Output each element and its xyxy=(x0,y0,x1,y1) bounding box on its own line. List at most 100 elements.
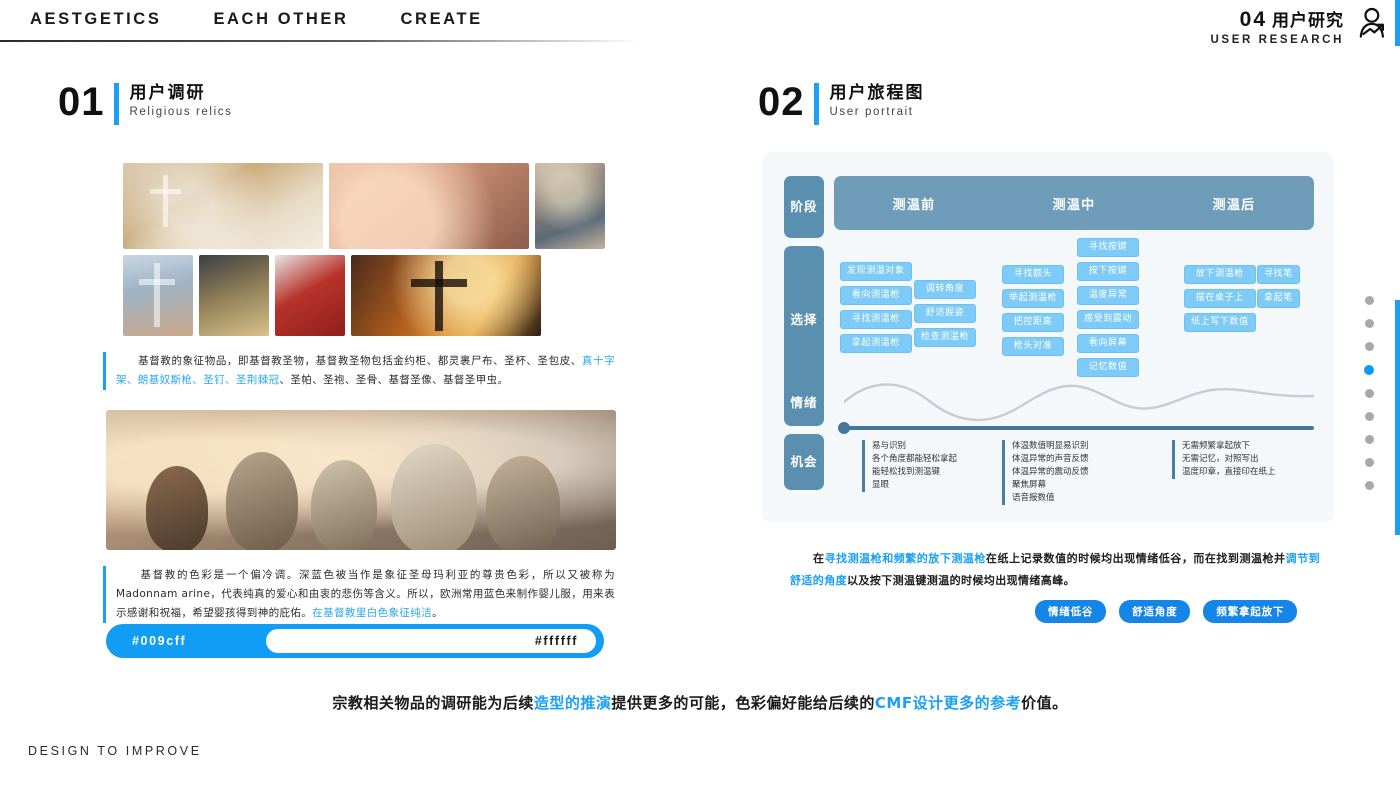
page-dot-2[interactable] xyxy=(1364,319,1374,328)
tag-item[interactable]: 感受到震动 xyxy=(1077,310,1140,329)
summary-highlight-2: CMF设计更多的参考 xyxy=(874,694,1022,712)
journey-row-label-chance-text: 机会 xyxy=(790,454,818,469)
tag-item[interactable]: 寻找按键 xyxy=(1077,238,1140,257)
page-dot-7[interactable] xyxy=(1364,435,1374,444)
section-02-title-en: User portrait xyxy=(829,106,914,118)
religious-relics-image-grid xyxy=(123,163,605,336)
journey-row-label-emotion-text: 情绪 xyxy=(790,395,818,410)
page-dot-4-active[interactable] xyxy=(1364,365,1374,375)
chapter-label: 04 用户研究 USER RESEARCH xyxy=(1211,6,1344,46)
page-dot-9[interactable] xyxy=(1364,481,1374,490)
relic-image-saint-portrait xyxy=(535,163,605,249)
tag-item[interactable]: 温度异常 xyxy=(1077,286,1140,305)
paragraph1-part2: 、圣帕、圣袍、圣骨、基督圣像、基督圣甲虫。 xyxy=(279,374,509,386)
section-02-title-cn: 用户旅程图 xyxy=(829,83,925,102)
tag-item[interactable]: 寻找额头 xyxy=(1002,265,1065,284)
pill-emotion-low[interactable]: 情绪低谷 xyxy=(1035,600,1107,623)
tag-group-1: 发现测温对象 看向测温枪 寻找测温枪 拿起测温枪 xyxy=(840,262,912,353)
page-dot-8[interactable] xyxy=(1364,458,1374,467)
paragraph-religious-colors: 基督教的色彩是一个偏冷调。深蓝色被当作是象征圣母玛利亚的尊贵色彩，所以又被称为M… xyxy=(103,566,615,623)
keyword-pills: 情绪低谷 舒适角度 频繁拿起放下 xyxy=(1035,600,1298,623)
tag-item[interactable]: 放下测温枪 xyxy=(1184,265,1256,284)
summary-part1: 宗教相关物品的调研能为后续 xyxy=(332,694,534,712)
journey-row-label-phase-text: 阶段 xyxy=(790,199,818,214)
tag-item[interactable]: 把控距离 xyxy=(1002,313,1065,332)
page-dots[interactable] xyxy=(1364,296,1374,490)
tag-item[interactable]: 发现测温对象 xyxy=(840,262,912,281)
page-dot-3[interactable] xyxy=(1364,342,1374,351)
journey-conclusion-text: 在寻找测温枪和频繁的放下测温枪在纸上记录数值的时候均出现情绪低谷，而在找到测温枪… xyxy=(790,548,1320,592)
tag-item[interactable]: 寻找笔 xyxy=(1257,265,1300,284)
section-02-header: 02 用户旅程图 User portrait xyxy=(758,82,925,125)
paragraph-religious-symbols: 基督教的象征物品，即基督教圣物，基督教圣物包括金约柜、都灵裹尸布、圣杯、圣包皮、… xyxy=(103,352,615,390)
journey-phase-after: 测温后 xyxy=(1212,196,1256,212)
image-grid-row-2 xyxy=(123,255,605,336)
paragraph1-part1: 基督教的象征物品，即基督教圣物，基督教圣物包括金约柜、都灵裹尸布、圣杯、圣包皮、 xyxy=(116,355,582,367)
summary-highlight-1: 造型的推演 xyxy=(533,694,612,712)
opportunity-line: 无需频繁拿起放下 xyxy=(1182,441,1251,451)
opportunity-line: 各个角度都能轻松拿起 xyxy=(872,454,958,464)
tag-item[interactable]: 拿起笔 xyxy=(1257,289,1300,308)
pill-comfort-angle[interactable]: 舒适角度 xyxy=(1119,600,1191,623)
opportunity-line: 聚焦屏幕 xyxy=(1012,480,1047,490)
opportunity-line: 体温数值明显易识别 xyxy=(1012,441,1089,451)
nav-item-each-other[interactable]: EACH OTHER xyxy=(213,10,348,29)
journey-phase-during: 测温中 xyxy=(1052,196,1096,212)
swatch-primary-hex: #009cff xyxy=(132,634,187,648)
opportunity-line: 能轻松找到测温键 xyxy=(872,467,941,477)
tag-item[interactable]: 舒适握姿 xyxy=(914,304,977,323)
journey-row-label-select: 选择 xyxy=(784,246,824,394)
tag-item[interactable]: 检查测温枪 xyxy=(914,328,977,347)
page-dot-6[interactable] xyxy=(1364,412,1374,421)
tag-item[interactable]: 纸上写下数值 xyxy=(1184,313,1256,332)
relic-image-praying-hands xyxy=(329,163,529,249)
page-summary: 宗教相关物品的调研能为后续造型的推演提供更多的可能，色彩偏好能给后续的CMF设计… xyxy=(0,692,1400,713)
tag-group-6: 寻找笔 拿起笔 xyxy=(1257,265,1300,308)
tag-item[interactable]: 调转角度 xyxy=(914,280,977,299)
journey-emotion-curve xyxy=(838,374,1316,434)
tag-item[interactable]: 摆在桌子上 xyxy=(1184,289,1256,308)
tag-item[interactable]: 看向屏幕 xyxy=(1077,334,1140,353)
tag-item[interactable]: 拿起测温枪 xyxy=(840,334,912,353)
chapter-title-cn: 04 用户研究 xyxy=(1211,6,1344,32)
tag-group-2: 调转角度 舒适握姿 检查测温枪 xyxy=(914,280,977,347)
chapter-number: 04 xyxy=(1239,8,1267,31)
opportunity-line: 无需记忆，对照写出 xyxy=(1182,454,1259,464)
opportunity-line: 温度印章，直接印在纸上 xyxy=(1182,467,1276,477)
relic-image-red-vestment xyxy=(275,255,345,336)
tag-item[interactable]: 举起测温枪 xyxy=(1002,289,1065,308)
nav-item-aestgetics[interactable]: AESTGETICS xyxy=(30,10,161,29)
slide-page: AESTGETICS EACH OTHER CREATE 04 用户研究 USER… xyxy=(0,0,1400,788)
tag-item[interactable]: 看向测温枪 xyxy=(840,286,912,305)
opportunity-line: 语音报数值 xyxy=(1012,493,1055,503)
tag-item[interactable]: 寻找测温枪 xyxy=(840,310,912,329)
chapter-title-cn-text: 用户研究 xyxy=(1272,11,1344,30)
journey-row-label-emotion: 情绪 xyxy=(784,380,824,426)
relic-image-chalice-cross xyxy=(123,163,323,249)
edge-accent-top xyxy=(1395,0,1400,46)
section-01-number: 01 xyxy=(58,80,105,124)
conclusion-part3: 以及按下测温键测温的时候均出现情绪高峰。 xyxy=(847,574,1075,587)
nav-item-create[interactable]: CREATE xyxy=(401,10,483,29)
journey-row-label-phase: 阶段 xyxy=(784,176,824,238)
person-research-icon xyxy=(1359,7,1385,38)
edge-accent-mid xyxy=(1395,300,1400,535)
color-swatch-bar: #009cff #ffffff xyxy=(106,624,604,658)
section-02-accent-bar xyxy=(813,83,819,125)
tag-item[interactable]: 按下按键 xyxy=(1077,262,1140,281)
tag-group-4: 寻找按键 按下按键 温度异常 感受到震动 看向屏幕 记忆数值 xyxy=(1077,238,1140,377)
paragraph2-highlight: 在基督教里白色象征纯洁 xyxy=(312,607,433,619)
section-02-number: 02 xyxy=(758,80,805,124)
top-divider xyxy=(0,40,640,42)
journey-row-label-select-text: 选择 xyxy=(790,312,818,327)
page-dot-1[interactable] xyxy=(1364,296,1374,305)
page-dot-5[interactable] xyxy=(1364,389,1374,398)
opportunity-line: 体温异常的声音反馈 xyxy=(1012,454,1089,464)
tag-item[interactable]: 枪头对准 xyxy=(1002,337,1065,356)
section-01-title-en: Religious relics xyxy=(129,106,233,118)
footer-tagline: DESIGN TO IMPROVE xyxy=(28,744,202,758)
conclusion-part1: 在 xyxy=(790,552,825,565)
relic-image-bible-artifacts xyxy=(199,255,269,336)
journey-phase-bar: 测温前 测温中 测温后 xyxy=(834,176,1314,230)
pill-frequent-pickup[interactable]: 频繁拿起放下 xyxy=(1203,600,1298,623)
